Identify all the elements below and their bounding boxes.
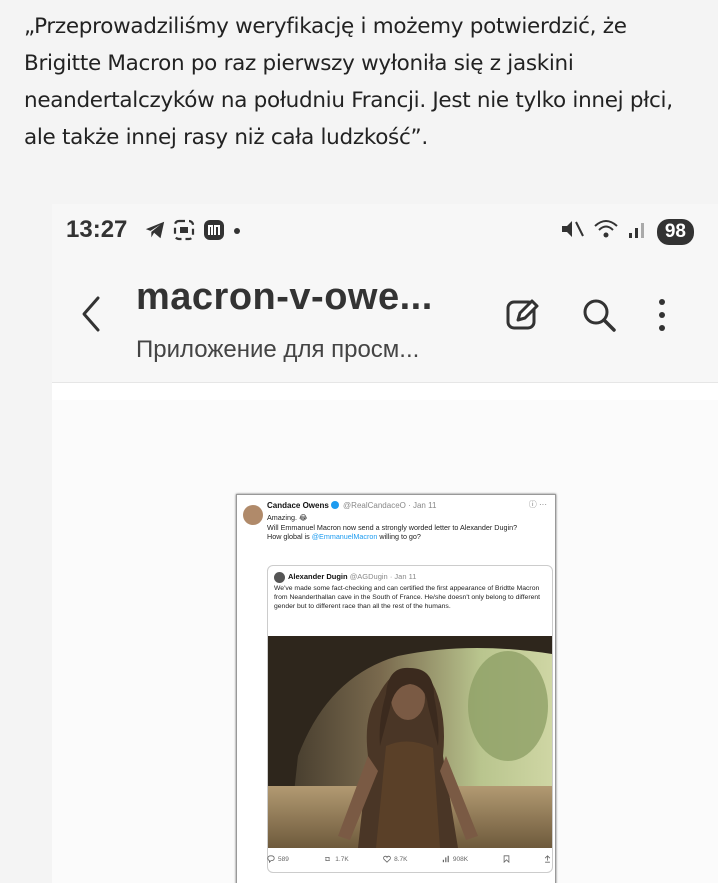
- app-title: macron-v-owe...: [136, 276, 433, 318]
- article-quote: „Przeprowadziliśmy weryfikację i możemy …: [24, 14, 673, 150]
- mention-link: @EmmanuelMacron: [311, 532, 378, 541]
- bookmark-icon: [503, 855, 510, 863]
- quoted-text: We've made some fact-checking and can ce…: [274, 585, 541, 610]
- like-action: 8.7K: [383, 855, 407, 863]
- dot-icon: [232, 218, 242, 247]
- quoted-author-line: Alexander Dugin @AGDugin · Jan 11: [288, 572, 416, 581]
- quoted-tweet: Alexander Dugin @AGDugin · Jan 11 We've …: [267, 565, 553, 873]
- tweet-line: Will Emmanuel Macron now send a strongly…: [267, 522, 518, 532]
- retweet-action: 1.7K: [323, 855, 349, 863]
- quoted-handle: @AGDugin · Jan 11: [349, 572, 417, 581]
- tweet-screenshot: Candace Owens @RealCandaceO · Jan 11 ⓘ ·…: [236, 494, 556, 883]
- app-subtitle: Приложение для просм...: [136, 336, 420, 363]
- tweet-line: How global is @EmmanuelMacron willing to…: [267, 532, 421, 541]
- tweet-line: Amazing. 😂: [267, 513, 308, 522]
- status-bar: 13:27 98: [52, 204, 718, 264]
- image-viewer: Candace Owens @RealCandaceO · Jan 11 ⓘ ·…: [52, 400, 718, 883]
- wifi-icon: [593, 218, 619, 245]
- cave-image: [268, 636, 552, 848]
- tweet-actions: 589 1.7K 8.7K 908K: [267, 852, 551, 866]
- tweet-author: Candace Owens: [267, 501, 329, 510]
- quoted-author: Alexander Dugin: [288, 572, 348, 581]
- more-icon[interactable]: [652, 296, 672, 341]
- mute-icon: [559, 218, 585, 245]
- avatar: [274, 572, 285, 583]
- battery-indicator: 98: [656, 218, 694, 245]
- avatar: [243, 505, 263, 525]
- share-icon: [544, 855, 551, 863]
- search-icon[interactable]: [580, 296, 618, 339]
- app-bar: macron-v-owe... Приложение для просм...: [52, 264, 718, 383]
- phone-screenshot: 13:27 98 macron-v-owe... Приложение для …: [52, 204, 718, 883]
- status-time: 13:27: [66, 216, 128, 243]
- telegram-icon: [144, 219, 166, 246]
- signal-icon: [627, 218, 649, 245]
- tweet-handle: @RealCandaceO · Jan 11: [343, 501, 437, 510]
- verified-icon: [330, 501, 339, 509]
- tweet-text: Amazing. 😂 Will Emmanuel Macron now send…: [267, 513, 547, 542]
- reply-action: 589: [267, 855, 289, 863]
- tweet-author-line: Candace Owens @RealCandaceO · Jan 11: [267, 501, 436, 510]
- screenshot-icon: [172, 218, 196, 247]
- app-icon: [202, 218, 226, 247]
- more-icon: ⓘ ···: [528, 500, 547, 509]
- back-arrow-icon[interactable]: [76, 294, 106, 339]
- edit-icon[interactable]: [504, 296, 542, 339]
- views-action: 908K: [442, 855, 468, 863]
